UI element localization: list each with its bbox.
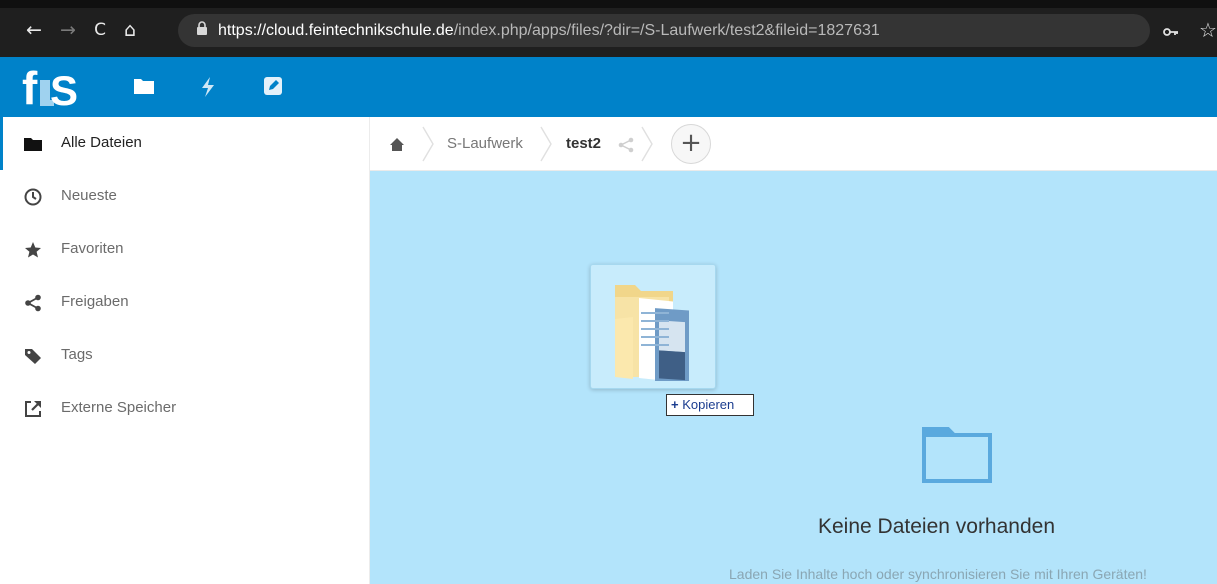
- sidebar-item-label: Externe Speicher: [61, 399, 177, 416]
- forward-button[interactable]: →: [56, 20, 80, 40]
- sidebar-item-favorites[interactable]: Favoriten: [0, 223, 370, 276]
- app-header: [0, 57, 1217, 117]
- sidebar-item-label: Freigaben: [61, 293, 129, 310]
- files-app-icon[interactable]: [133, 75, 155, 95]
- share-icon: [25, 294, 41, 312]
- folder-with-documents-icon: [615, 285, 689, 381]
- sidebar-item-shares[interactable]: Freigaben: [0, 276, 370, 329]
- breadcrumb-separator-icon: [540, 126, 552, 162]
- notes-app-icon[interactable]: [263, 76, 283, 96]
- activity-app-icon[interactable]: [200, 77, 216, 97]
- tag-icon: [25, 349, 41, 364]
- back-button[interactable]: ←: [22, 20, 46, 40]
- external-icon: [25, 401, 41, 417]
- clock-icon: [24, 188, 42, 206]
- dragged-folder-tile[interactable]: [590, 264, 716, 389]
- bookmark-star-icon[interactable]: ☆: [1199, 18, 1217, 42]
- empty-folder-icon: [922, 427, 992, 483]
- sidebar-item-label: Alle Dateien: [61, 134, 142, 151]
- empty-state-title: Keine Dateien vorhanden: [818, 515, 1056, 538]
- sidebar-item-label: Neueste: [61, 187, 117, 204]
- empty-state-subtitle: Laden Sie Inhalte hoch oder synchronisie…: [729, 566, 1147, 582]
- home-icon[interactable]: [389, 137, 405, 152]
- url-text[interactable]: https://cloud.feintechnikschule.de/index…: [218, 22, 880, 40]
- new-button[interactable]: +: [671, 124, 711, 164]
- browser-tab-strip: [0, 0, 1217, 8]
- share-icon[interactable]: [618, 137, 634, 153]
- reload-button[interactable]: C: [88, 20, 112, 40]
- breadcrumb-item-s-laufwerk[interactable]: S-Laufwerk: [447, 135, 523, 152]
- sidebar-item-recent[interactable]: Neueste: [0, 170, 370, 223]
- star-icon: [25, 242, 41, 258]
- lock-icon: [197, 21, 207, 35]
- copy-drag-tooltip: + Kopieren: [666, 394, 754, 416]
- key-icon[interactable]: [1163, 27, 1179, 37]
- folder-icon: [24, 138, 42, 151]
- url-path: /index.php/apps/files/?dir=/S-Laufwerk/t…: [453, 22, 880, 39]
- copy-label: Kopieren: [682, 397, 735, 412]
- sidebar-item-external-storage[interactable]: Externe Speicher: [0, 382, 370, 435]
- sidebar-item-label: Tags: [61, 346, 93, 363]
- sidebar-item-all-files[interactable]: Alle Dateien: [0, 117, 370, 170]
- breadcrumb-separator-icon: [422, 126, 434, 162]
- sidebar-item-label: Favoriten: [61, 240, 124, 257]
- home-button[interactable]: ⌂: [118, 20, 142, 40]
- svg-text:f: f: [22, 64, 38, 110]
- sidebar: Alle Dateien Neueste Favoriten Freigaben…: [0, 117, 370, 584]
- svg-text:S: S: [50, 67, 78, 110]
- breadcrumb-separator-icon: [641, 126, 653, 162]
- sidebar-item-tags[interactable]: Tags: [0, 329, 370, 382]
- url-host: https://cloud.feintechnikschule.de: [218, 22, 454, 39]
- breadcrumb-item-test2[interactable]: test2: [566, 135, 601, 152]
- file-list-drop-zone[interactable]: [370, 171, 1217, 584]
- fls-logo[interactable]: f S: [20, 64, 100, 110]
- plus-icon: +: [671, 397, 679, 412]
